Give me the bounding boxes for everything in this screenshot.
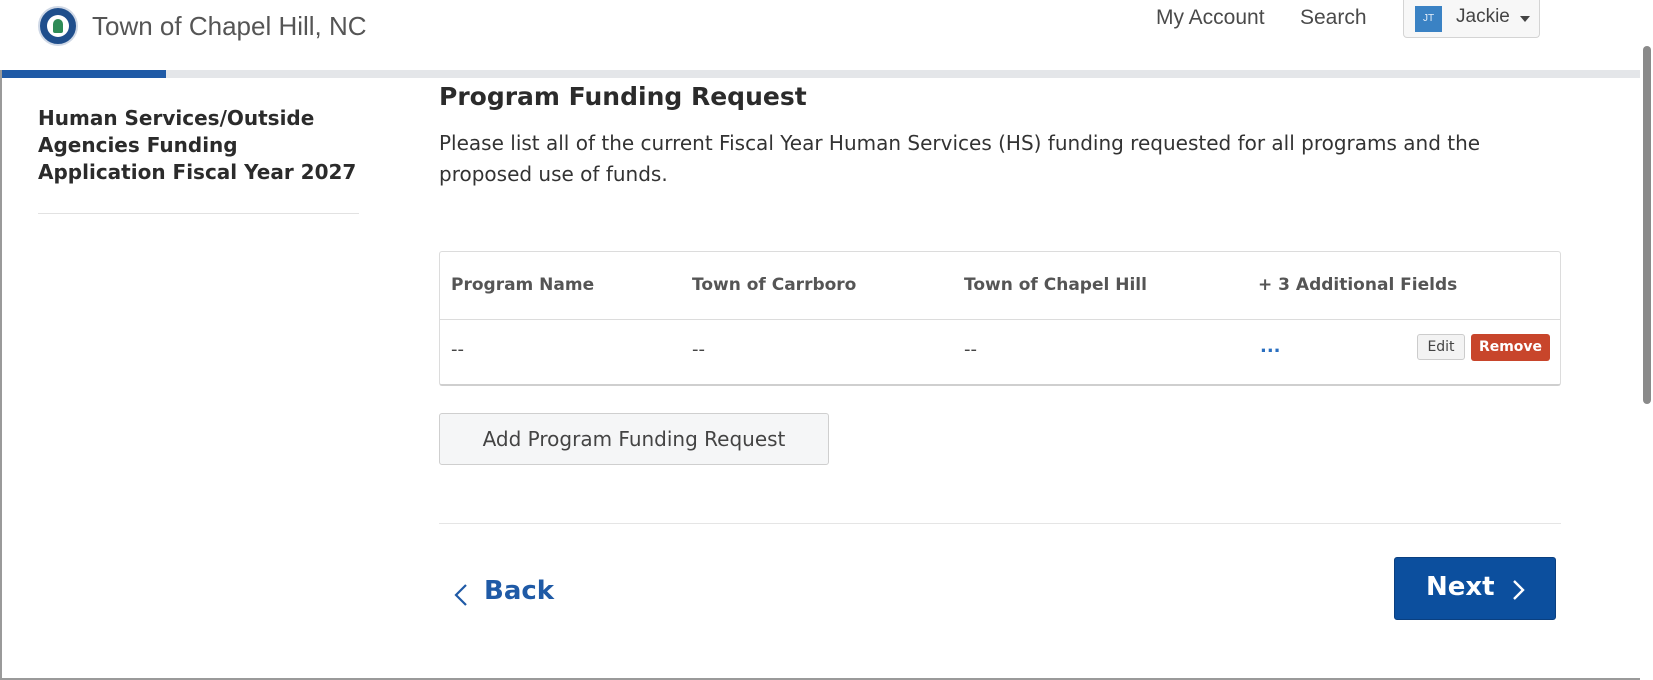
edit-button[interactable]: Edit <box>1417 334 1465 360</box>
table-cell-town-of-chapel-hill: -- <box>964 339 977 360</box>
scrollbar-thumb[interactable] <box>1643 46 1651 404</box>
back-button-label: Back <box>484 576 555 606</box>
caret-down-icon <box>1520 16 1530 22</box>
table-cell-program-name: -- <box>451 339 464 360</box>
chevron-left-icon <box>454 584 467 606</box>
sidebar-divider <box>38 213 359 214</box>
page-description: Please list all of the current Fiscal Ye… <box>439 131 1481 186</box>
search-link[interactable]: Search <box>1300 6 1367 30</box>
scrollbar[interactable] <box>1640 0 1653 680</box>
column-header-additional-fields: + 3 Additional Fields <box>1258 275 1458 295</box>
town-seal-logo[interactable] <box>38 6 78 46</box>
next-button[interactable]: Next <box>1394 557 1556 620</box>
page-title: Program Funding Request <box>439 82 807 111</box>
column-header-town-of-carrboro: Town of Carrboro <box>692 275 857 295</box>
application-title: Human Services/Outside Agencies Funding … <box>38 106 357 184</box>
column-header-town-of-chapel-hill: Town of Chapel Hill <box>964 275 1147 295</box>
chevron-right-icon <box>1513 580 1525 600</box>
remove-button[interactable]: Remove <box>1471 334 1550 361</box>
next-button-label: Next <box>1426 572 1495 602</box>
my-account-link[interactable]: My Account <box>1156 6 1265 30</box>
funding-request-table: Program Name Town of Carrboro Town of Ch… <box>439 251 1561 386</box>
column-header-program-name: Program Name <box>451 275 595 295</box>
add-program-funding-request-button[interactable]: Add Program Funding Request <box>439 413 829 465</box>
progress-fill <box>2 70 166 78</box>
table-cell-town-of-carrboro: -- <box>692 339 705 360</box>
progress-bar <box>2 70 1642 78</box>
site-header: Town of Chapel Hill, NC My Account Searc… <box>0 0 1640 70</box>
site-title[interactable]: Town of Chapel Hill, NC <box>92 11 367 42</box>
section-divider <box>439 523 1561 524</box>
additional-fields-link[interactable]: ... <box>1260 336 1281 357</box>
user-menu-button[interactable]: JT Jackie <box>1403 0 1540 38</box>
avatar: JT <box>1415 6 1442 32</box>
user-name: Jackie <box>1456 6 1510 27</box>
table-row-divider <box>440 319 1560 320</box>
